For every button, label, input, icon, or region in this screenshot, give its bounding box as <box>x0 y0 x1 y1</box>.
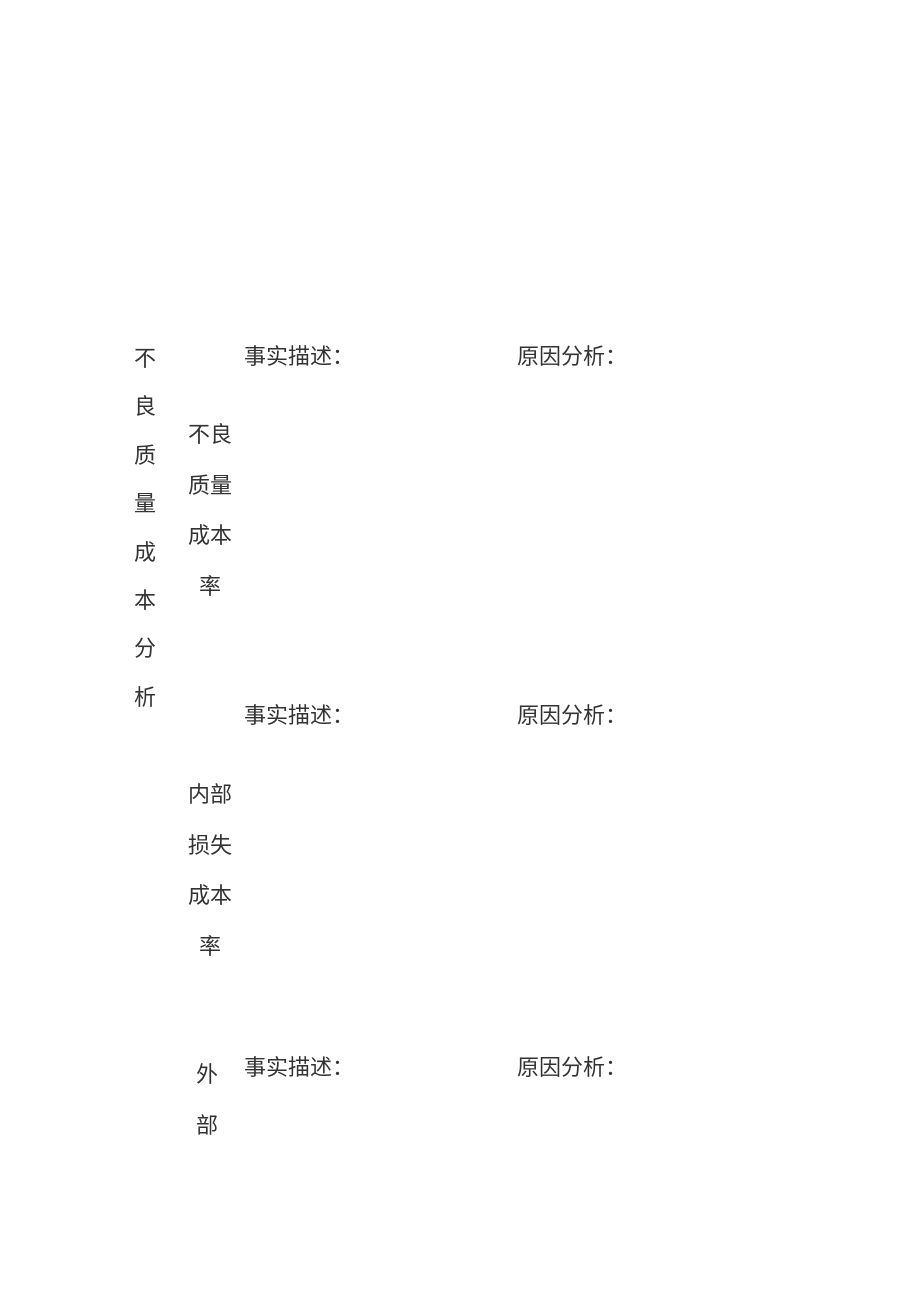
subcategory-quality-cost-rate: 不良质量成本率 <box>186 410 234 612</box>
subcategory-internal-loss-rate: 内部损失成本率 <box>186 770 234 972</box>
fact-description-label: 事实描述： <box>244 698 354 730</box>
cause-analysis-label: 原因分析： <box>517 339 627 371</box>
cause-analysis-label: 原因分析： <box>517 1050 627 1082</box>
main-category-label: 不良质量成本分析 <box>133 335 157 722</box>
fact-description-label: 事实描述： <box>244 1050 354 1082</box>
document-page: 不良质量成本分析 不良质量成本率 事实描述： 原因分析： 内部损失成本率 事实描… <box>0 0 920 1302</box>
cause-analysis-label: 原因分析： <box>517 698 627 730</box>
fact-description-label: 事实描述： <box>244 339 354 371</box>
subcategory-external: 外部 <box>195 1050 219 1151</box>
